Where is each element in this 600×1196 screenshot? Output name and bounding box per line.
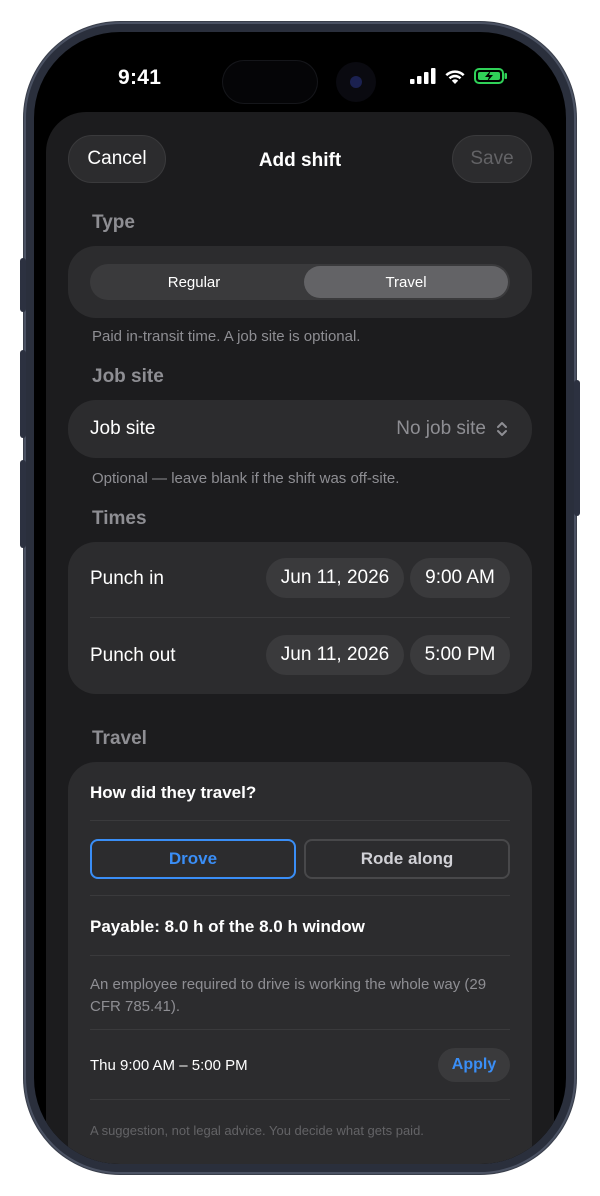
job-site-row[interactable]: Job site No job site: [68, 400, 532, 458]
job-site-label: Job site: [90, 418, 156, 439]
action-button: [20, 258, 26, 312]
job-site-section-heading: Job site: [92, 366, 164, 387]
travel-divider: [90, 955, 510, 956]
travel-section-heading: Travel: [92, 728, 147, 749]
payable-summary: Payable: 8.0 h of the 8.0 h window: [90, 917, 365, 936]
travel-explanation: An employee required to drive is working…: [90, 976, 487, 1015]
type-section-heading: Type: [92, 212, 135, 233]
volume-down-button: [20, 460, 26, 548]
navigation-bar: Cancel Add shift Save: [46, 112, 554, 222]
status-time: 9:41: [118, 66, 162, 89]
punch-out-time-button[interactable]: 5:00 PM: [410, 635, 510, 675]
save-button[interactable]: Save: [452, 135, 532, 183]
cellular-signal-icon: [410, 68, 436, 84]
type-segmented-control: Regular Travel: [90, 264, 510, 300]
times-divider: [90, 617, 510, 618]
travel-divider: [90, 895, 510, 896]
travel-divider: [90, 820, 510, 821]
suggested-window: Thu 9:00 AM – 5:00 PM: [90, 1057, 248, 1074]
type-option-regular[interactable]: Regular: [92, 266, 296, 298]
punch-out-date-button[interactable]: Jun 11, 2026: [266, 635, 404, 675]
type-option-travel[interactable]: Travel: [304, 266, 508, 298]
status-icons: [410, 68, 508, 84]
apply-button[interactable]: Apply: [438, 1048, 510, 1082]
rode-along-option-button[interactable]: Rode along: [304, 839, 510, 879]
punch-in-time-button[interactable]: 9:00 AM: [410, 558, 510, 598]
volume-up-button: [20, 350, 26, 438]
disclaimer-text: A suggestion, not legal advice. You deci…: [90, 1123, 424, 1138]
type-footnote: Paid in-transit time. A job site is opti…: [92, 328, 361, 345]
travel-question: How did they travel?: [90, 783, 257, 802]
power-button: [574, 380, 580, 516]
wifi-icon: [445, 70, 465, 84]
chevron-up-down-icon: [497, 422, 507, 436]
device-screen: 9:41 Cancel Add shift Save Type Regular …: [34, 32, 566, 1164]
job-site-footnote: Optional — leave blank if the shift was …: [92, 470, 400, 487]
add-shift-sheet: Cancel Add shift Save Type Regular Trave…: [46, 112, 554, 1164]
times-card: Punch in Jun 11, 2026 9:00 AM Punch out …: [68, 542, 532, 694]
status-bar: 9:41: [34, 32, 566, 124]
battery-charging-icon: [474, 68, 507, 84]
travel-divider: [90, 1099, 510, 1100]
camera-icon: [336, 62, 376, 102]
punch-in-date-button[interactable]: Jun 11, 2026: [266, 558, 404, 598]
job-site-value: No job site: [396, 418, 486, 439]
drove-option-button[interactable]: Drove: [90, 839, 296, 879]
dynamic-island: [222, 60, 318, 104]
type-card: Regular Travel: [68, 246, 532, 318]
travel-divider: [90, 1029, 510, 1030]
travel-card: How did they travel? Drove Rode along Pa…: [68, 762, 532, 1164]
punch-out-label: Punch out: [90, 645, 176, 666]
times-section-heading: Times: [92, 508, 147, 529]
punch-in-label: Punch in: [90, 568, 164, 589]
